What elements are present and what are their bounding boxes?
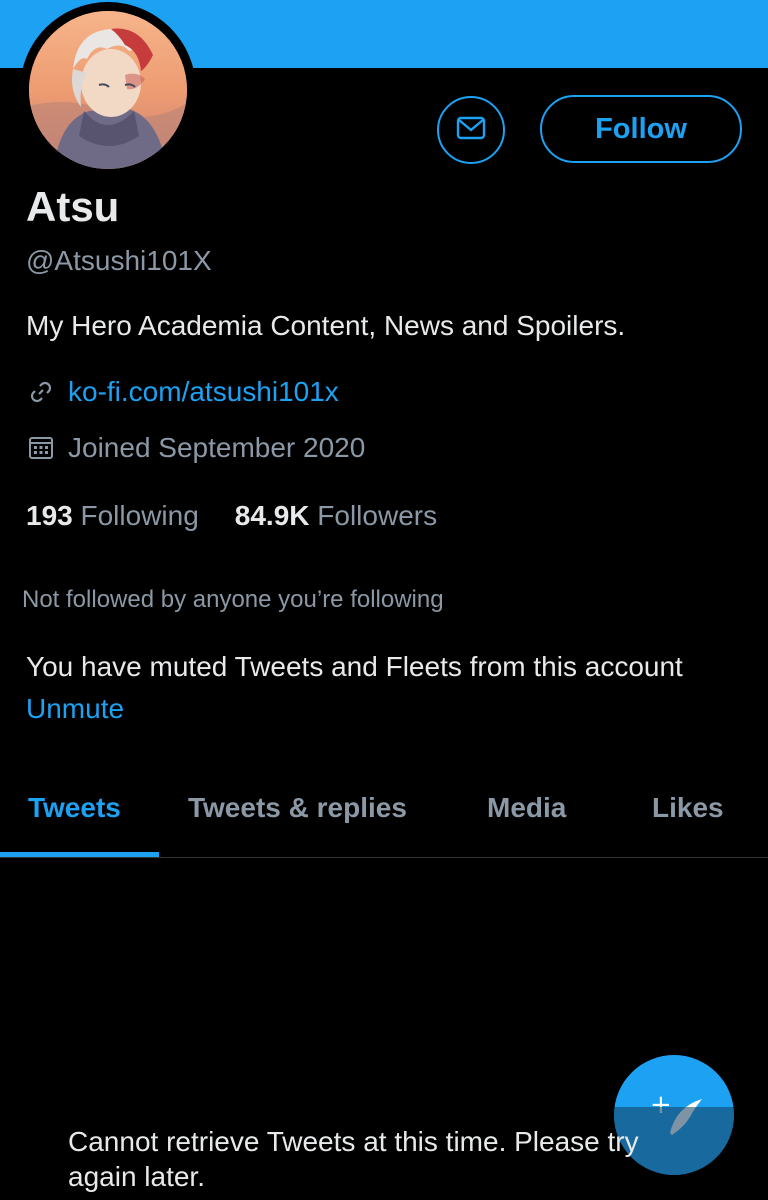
following-count: 193 — [26, 500, 73, 531]
message-button[interactable] — [437, 96, 505, 164]
following-label: Following — [80, 500, 199, 531]
avatar-image — [29, 11, 187, 169]
tab-likes[interactable]: Likes — [652, 792, 724, 824]
tab-tweets[interactable]: Tweets — [28, 792, 121, 824]
tab-media[interactable]: Media — [487, 792, 566, 824]
profile-name: Atsu — [26, 183, 120, 230]
muted-notice: You have muted Tweets and Fleets from th… — [26, 646, 726, 730]
joined-date: Joined September 2020 — [68, 432, 366, 463]
profile-tabs: Tweets Tweets & replies Media Likes — [0, 786, 768, 858]
followers-label: Followers — [317, 500, 438, 531]
active-tab-indicator — [0, 852, 159, 857]
tab-tweets-replies[interactable]: Tweets & replies — [188, 792, 407, 824]
followers-stat[interactable]: 84.9K Followers — [235, 500, 437, 532]
profile-page: Follow Atsu @Atsushi101X My Hero Academi… — [0, 0, 768, 1200]
muted-text: You have muted Tweets and Fleets from th… — [26, 651, 683, 682]
avatar[interactable] — [20, 2, 196, 178]
profile-link-row: ko-fi.com/atsushi101x — [26, 376, 339, 408]
calendar-icon — [26, 433, 56, 463]
link-icon — [26, 377, 56, 407]
tweets-error-message: Cannot retrieve Tweets at this time. Ple… — [68, 1126, 639, 1192]
joined-row: Joined September 2020 — [26, 432, 365, 464]
following-stat[interactable]: 193 Following — [26, 500, 199, 532]
avatar-illustration — [29, 11, 187, 169]
followers-count: 84.9K — [234, 500, 310, 531]
profile-handle: @Atsushi101X — [26, 245, 212, 276]
not-followed-notice: Not followed by anyone you’re following — [22, 586, 444, 613]
profile-website-link[interactable]: ko-fi.com/atsushi101x — [68, 376, 339, 408]
follow-button[interactable]: Follow — [540, 95, 742, 163]
envelope-icon — [454, 111, 488, 150]
follow-stats: 193 Following 84.9K Followers — [26, 500, 437, 532]
profile-bio: My Hero Academia Content, News and Spoil… — [26, 310, 626, 341]
unmute-link[interactable]: Unmute — [26, 693, 124, 724]
